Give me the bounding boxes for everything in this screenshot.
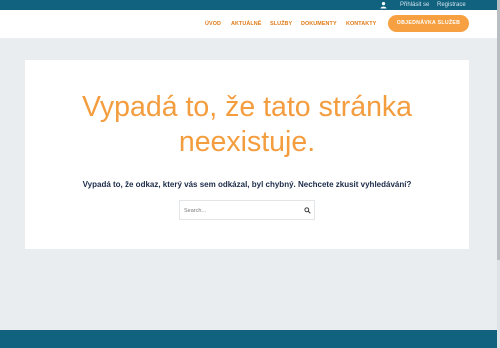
nav-item-aktualne[interactable]: AKTUÁLNĚ — [231, 21, 261, 27]
login-link[interactable]: Přihlásit se — [400, 1, 429, 9]
nav-item-sluzby[interactable]: SLUŽBY — [270, 21, 292, 27]
error-description: Vypadá to, že odkaz, který vás sem odkáz… — [82, 180, 412, 189]
search-input[interactable] — [184, 205, 294, 216]
not-found-card: Vypadá to, že tato stránka neexistuje. V… — [25, 60, 469, 249]
nav-item-uvod[interactable]: ÚVOD — [205, 21, 221, 27]
user-icon[interactable] — [380, 1, 387, 9]
page-title-line-1: Vypadá to, že tato stránka — [81, 91, 413, 123]
main-navigation: ÚVOD AKTUÁLNĚ SLUŽBY DOKUMENTY KONTAKTY … — [0, 10, 497, 38]
nav-item-kontakty[interactable]: KONTAKTY — [346, 21, 376, 27]
order-services-button[interactable]: OBJEDNÁVKA SLUŽEB — [388, 15, 469, 32]
footer — [0, 330, 497, 348]
page-title-line-2: neexistuje. — [178, 126, 316, 158]
top-bar: Přihlásit se Registrace — [0, 0, 497, 10]
page-title: Vypadá to, že tato stránka neexistuje. — [25, 90, 469, 160]
search-icon[interactable] — [304, 207, 311, 214]
search-box — [179, 200, 315, 220]
register-link[interactable]: Registrace — [437, 1, 466, 9]
nav-item-dokumenty[interactable]: DOKUMENTY — [301, 21, 337, 27]
